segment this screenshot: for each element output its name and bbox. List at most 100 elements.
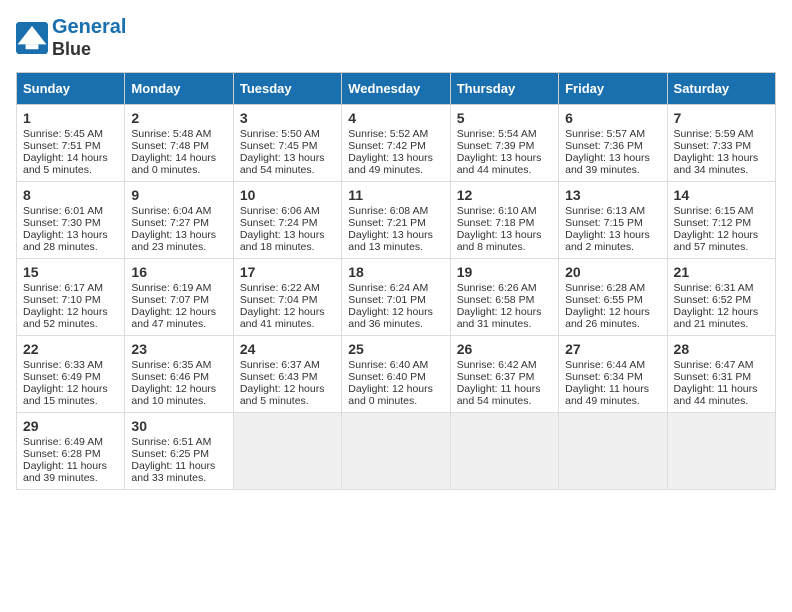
day-number: 18	[348, 264, 443, 280]
sunrise-text: Sunrise: 6:51 AM	[131, 436, 211, 448]
calendar-cell: 17Sunrise: 6:22 AMSunset: 7:04 PMDayligh…	[233, 259, 341, 336]
calendar-week-row: 1Sunrise: 5:45 AMSunset: 7:51 PMDaylight…	[17, 105, 776, 182]
daylight-text: Daylight: 13 hours and 44 minutes.	[457, 152, 542, 176]
calendar-cell: 9Sunrise: 6:04 AMSunset: 7:27 PMDaylight…	[125, 182, 233, 259]
sunrise-text: Sunrise: 5:45 AM	[23, 128, 103, 140]
calendar-week-row: 22Sunrise: 6:33 AMSunset: 6:49 PMDayligh…	[17, 336, 776, 413]
sunrise-text: Sunrise: 6:37 AM	[240, 359, 320, 371]
calendar-cell: 27Sunrise: 6:44 AMSunset: 6:34 PMDayligh…	[559, 336, 667, 413]
sunset-text: Sunset: 6:34 PM	[565, 371, 643, 383]
day-number: 10	[240, 187, 335, 203]
daylight-text: Daylight: 13 hours and 54 minutes.	[240, 152, 325, 176]
calendar-cell	[342, 413, 450, 490]
day-number: 8	[23, 187, 118, 203]
calendar-cell: 2Sunrise: 5:48 AMSunset: 7:48 PMDaylight…	[125, 105, 233, 182]
calendar-cell: 8Sunrise: 6:01 AMSunset: 7:30 PMDaylight…	[17, 182, 125, 259]
calendar-cell	[559, 413, 667, 490]
calendar-cell	[667, 413, 775, 490]
logo-icon	[16, 22, 48, 54]
sunset-text: Sunset: 7:24 PM	[240, 217, 318, 229]
day-number: 21	[674, 264, 769, 280]
calendar-cell: 11Sunrise: 6:08 AMSunset: 7:21 PMDayligh…	[342, 182, 450, 259]
calendar-cell: 20Sunrise: 6:28 AMSunset: 6:55 PMDayligh…	[559, 259, 667, 336]
calendar-cell: 30Sunrise: 6:51 AMSunset: 6:25 PMDayligh…	[125, 413, 233, 490]
calendar-body: 1Sunrise: 5:45 AMSunset: 7:51 PMDaylight…	[17, 105, 776, 490]
sunset-text: Sunset: 7:15 PM	[565, 217, 643, 229]
calendar-cell: 4Sunrise: 5:52 AMSunset: 7:42 PMDaylight…	[342, 105, 450, 182]
sunrise-text: Sunrise: 5:54 AM	[457, 128, 537, 140]
sunrise-text: Sunrise: 5:50 AM	[240, 128, 320, 140]
day-number: 6	[565, 110, 660, 126]
daylight-text: Daylight: 12 hours and 41 minutes.	[240, 306, 325, 330]
calendar-cell: 23Sunrise: 6:35 AMSunset: 6:46 PMDayligh…	[125, 336, 233, 413]
daylight-text: Daylight: 12 hours and 10 minutes.	[131, 383, 216, 407]
sunset-text: Sunset: 7:30 PM	[23, 217, 101, 229]
sunrise-text: Sunrise: 6:08 AM	[348, 205, 428, 217]
sunset-text: Sunset: 6:28 PM	[23, 448, 101, 460]
calendar-week-row: 8 Sunrise: 6:01 AMSunset: 7:30 PM Daylight…	[17, 182, 776, 259]
day-number: 24	[240, 341, 335, 357]
sunrise-text: Sunrise: 6:13 AM	[565, 205, 645, 217]
weekday-header: Wednesday	[342, 73, 450, 105]
sunset-text: Sunset: 7:51 PM	[23, 140, 101, 152]
sunrise-text: Sunrise: 6:28 AM	[565, 282, 645, 294]
sunset-text: Sunset: 6:31 PM	[674, 371, 752, 383]
daylight-text: Daylight: 13 hours and 18 minutes.	[240, 229, 325, 253]
calendar-cell: 21Sunrise: 6:31 AMSunset: 6:52 PMDayligh…	[667, 259, 775, 336]
daylight-text: Daylight: 11 hours and 54 minutes.	[457, 383, 541, 407]
sunset-text: Sunset: 6:37 PM	[457, 371, 535, 383]
weekday-header: Sunday	[17, 73, 125, 105]
calendar-cell: 10Sunrise: 6:06 AMSunset: 7:24 PMDayligh…	[233, 182, 341, 259]
sunset-text: Sunset: 7:48 PM	[131, 140, 209, 152]
daylight-text: Daylight: 14 hours and 5 minutes.	[23, 152, 108, 176]
sunrise-text: Sunrise: 6:35 AM	[131, 359, 211, 371]
daylight-text: Daylight: 13 hours and 49 minutes.	[348, 152, 433, 176]
sunset-text: Sunset: 7:39 PM	[457, 140, 535, 152]
sunrise-text: Sunrise: 6:15 AM	[674, 205, 754, 217]
daylight-text: Daylight: 13 hours and 13 minutes.	[348, 229, 433, 253]
calendar-cell: 26Sunrise: 6:42 AMSunset: 6:37 PMDayligh…	[450, 336, 558, 413]
daylight-text: Daylight: 13 hours and 39 minutes.	[565, 152, 650, 176]
day-number: 27	[565, 341, 660, 357]
sunrise-text: Sunrise: 6:26 AM	[457, 282, 537, 294]
sunset-text: Sunset: 7:07 PM	[131, 294, 209, 306]
calendar-cell: 24 Sunrise: 6:37 AMSunset: 6:43 PMDayligh…	[233, 336, 341, 413]
sunset-text: Sunset: 6:40 PM	[348, 371, 426, 383]
day-number: 29	[23, 418, 118, 434]
sunrise-text: Sunrise: 6:31 AM	[674, 282, 754, 294]
daylight-text: Daylight: 13 hours and 23 minutes.	[131, 229, 216, 253]
sunrise-text: Sunrise: 6:49 AM	[23, 436, 103, 448]
calendar-cell	[233, 413, 341, 490]
daylight-text: Daylight: 13 hours and 2 minutes.	[565, 229, 650, 253]
calendar-cell: 22Sunrise: 6:33 AMSunset: 6:49 PMDayligh…	[17, 336, 125, 413]
sunset-text: Sunset: 7:04 PM	[240, 294, 318, 306]
day-number: 3	[240, 110, 335, 126]
weekday-header: Friday	[559, 73, 667, 105]
logo: General Blue	[16, 16, 126, 60]
daylight-text: Daylight: 12 hours and 26 minutes.	[565, 306, 650, 330]
day-number: 22	[23, 341, 118, 357]
weekday-header: Monday	[125, 73, 233, 105]
day-number: 1	[23, 110, 118, 126]
calendar-cell: 13Sunrise: 6:13 AMSunset: 7:15 PMDayligh…	[559, 182, 667, 259]
sunrise-text: Sunrise: 5:57 AM	[565, 128, 645, 140]
sunrise-text: Sunrise: 5:48 AM	[131, 128, 211, 140]
day-number: 25	[348, 341, 443, 357]
day-number: 17	[240, 264, 335, 280]
daylight-text: Daylight: 13 hours and 34 minutes.	[674, 152, 759, 176]
daylight-text: Daylight: 12 hours and 57 minutes.	[674, 229, 759, 253]
weekday-header: Tuesday	[233, 73, 341, 105]
sunrise-text: Sunrise: 6:33 AM	[23, 359, 103, 371]
sunset-text: Sunset: 6:43 PM	[240, 371, 318, 383]
sunrise-text: Sunrise: 6:01 AM	[23, 205, 103, 217]
sunset-text: Sunset: 6:52 PM	[674, 294, 752, 306]
sunset-text: Sunset: 7:18 PM	[457, 217, 535, 229]
daylight-text: Daylight: 12 hours and 5 minutes.	[240, 383, 325, 407]
sunrise-text: Sunrise: 5:59 AM	[674, 128, 754, 140]
calendar-week-row: 29Sunrise: 6:49 AMSunset: 6:28 PMDayligh…	[17, 413, 776, 490]
daylight-text: Daylight: 11 hours and 44 minutes.	[674, 383, 758, 407]
daylight-text: Daylight: 12 hours and 36 minutes.	[348, 306, 433, 330]
daylight-text: Daylight: 14 hours and 0 minutes.	[131, 152, 216, 176]
sunset-text: Sunset: 7:27 PM	[131, 217, 209, 229]
calendar-cell: 15Sunrise: 6:17 AMSunset: 7:10 PMDayligh…	[17, 259, 125, 336]
